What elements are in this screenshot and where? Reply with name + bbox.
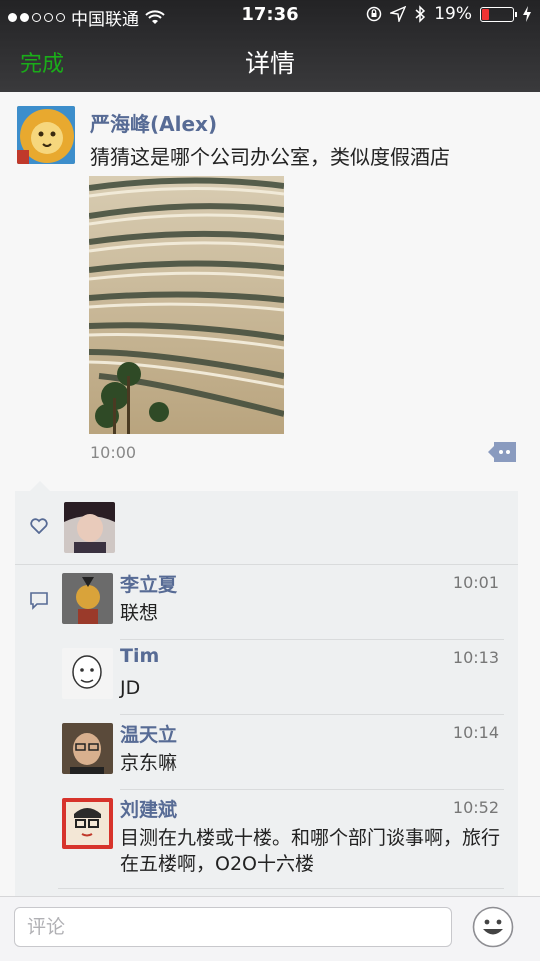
commenter-name[interactable]: 李立夏 <box>120 570 177 597</box>
comment-text: 目测在九楼或十楼。和哪个部门谈事啊，旅行在五楼啊，O2O十六楼 <box>120 827 501 875</box>
comment-time: 10:13 <box>452 648 499 667</box>
author-avatar[interactable] <box>17 106 75 164</box>
comment-item[interactable]: Tim 10:13 JD <box>62 645 502 714</box>
comment-text: 联想 <box>120 602 159 624</box>
battery-percent: 19% <box>434 4 472 24</box>
liker-avatar[interactable] <box>64 502 115 553</box>
comment-time: 10:01 <box>452 573 499 592</box>
panel-divider <box>15 564 518 565</box>
battery-icon <box>480 6 517 22</box>
comment-time: 10:52 <box>452 798 499 817</box>
charging-icon <box>523 6 531 22</box>
comment-separator <box>120 639 504 640</box>
commenter-avatar[interactable] <box>62 648 113 699</box>
comment-item[interactable]: 温天立 10:14 京东嘛 <box>62 723 502 789</box>
emoji-icon[interactable] <box>472 906 514 948</box>
comment-action-icon[interactable] <box>488 442 516 462</box>
commenter-name[interactable]: 温天立 <box>120 720 177 747</box>
comment-text: 京东嘛 <box>120 752 178 774</box>
commenter-name[interactable]: 刘建斌 <box>120 795 177 822</box>
comment-separator <box>120 714 504 715</box>
comment-text: JD <box>120 677 141 699</box>
comment-bubble-icon <box>30 592 48 610</box>
post-photo[interactable] <box>89 176 284 434</box>
post-text: 猜猜这是哪个公司办公室，类似度假酒店 <box>90 145 450 169</box>
comment-input[interactable] <box>15 908 451 946</box>
top-bar: 中国联通 17:36 19% 完成 详情 <box>0 0 540 92</box>
comment-input-wrapper <box>14 907 452 947</box>
comment-time: 10:14 <box>452 723 499 742</box>
lock-rotation-icon <box>366 6 382 22</box>
post-time: 10:00 <box>90 443 137 462</box>
commenter-avatar[interactable] <box>62 723 113 774</box>
commenter-avatar[interactable] <box>62 798 113 849</box>
comment-item[interactable]: 刘建斌 10:52 目测在九楼或十楼。和哪个部门谈事啊，旅行在五楼啊，O2O十六… <box>62 798 502 888</box>
status-right: 19% <box>366 4 532 24</box>
comment-separator <box>58 888 504 889</box>
commenter-avatar[interactable] <box>62 573 113 624</box>
comment-input-bar <box>0 896 540 961</box>
location-icon <box>390 6 407 22</box>
status-bar: 中国联通 17:36 19% <box>0 0 540 30</box>
page-title: 详情 <box>244 49 295 78</box>
bluetooth-icon <box>415 5 426 23</box>
navigation-bar: 完成 详情 <box>0 30 540 92</box>
comment-separator <box>120 789 504 790</box>
like-heart-icon <box>30 518 48 534</box>
panel-arrow <box>30 481 50 491</box>
commenter-name[interactable]: Tim <box>120 645 159 667</box>
comment-item[interactable]: 李立夏 10:01 联想 <box>62 573 502 639</box>
author-name[interactable]: 严海峰(Alex) <box>90 108 217 137</box>
